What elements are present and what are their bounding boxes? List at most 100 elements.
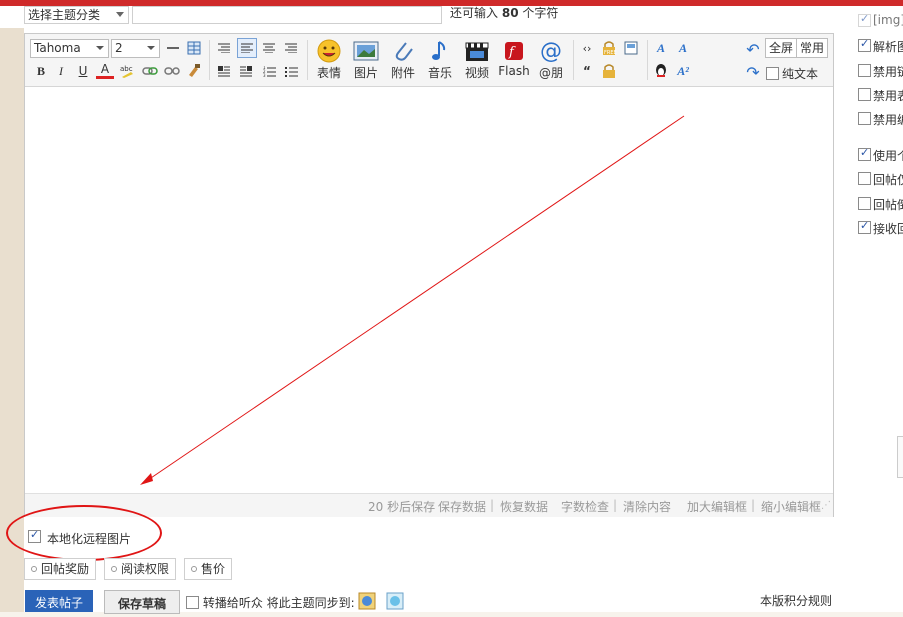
restore-data-link[interactable]: 恢复数据 (500, 498, 548, 515)
superscript-icon[interactable]: A² (674, 62, 692, 80)
sync-weibo-icon[interactable] (358, 592, 376, 610)
clear-content-link[interactable]: 清除内容 (623, 498, 671, 515)
hide-lock-icon[interactable] (600, 62, 618, 80)
reply-only-checkbox[interactable] (858, 172, 871, 185)
post-button[interactable]: 发表帖子 (25, 590, 93, 612)
chevron-down-icon (96, 46, 104, 50)
at-icon: @ (540, 38, 562, 64)
char-count-value: 80 (501, 6, 519, 20)
align-left-icon[interactable] (215, 39, 233, 57)
topic-category-select[interactable]: 选择主题分类 (24, 6, 129, 24)
at-label: @朋 (538, 66, 563, 80)
word-check-link[interactable]: 字数检查 (561, 498, 609, 515)
attachment-button[interactable]: 附件 (384, 39, 422, 81)
svg-text:3: 3 (263, 73, 266, 77)
ordered-list-icon[interactable]: 123 (260, 62, 278, 80)
unlink-icon[interactable] (163, 62, 181, 80)
chevron-down-icon (147, 46, 155, 50)
shrink-editor-link[interactable]: 缩小编辑框 (761, 498, 821, 515)
plain-text-label: 纯文本 (782, 67, 819, 81)
horizontal-rule-icon[interactable] (164, 39, 182, 57)
attachment-label: 附件 (390, 66, 415, 80)
toolbar-separator (307, 40, 308, 80)
editor-statusbar: 20 秒后保存 保存数据 | 恢复数据 字数检查 | 清除内容 加大编辑框 | … (25, 493, 833, 517)
free-lock-icon[interactable]: FREE (600, 39, 618, 57)
emoticon-button[interactable]: 表情 (310, 39, 348, 81)
highlight-icon[interactable]: abc (118, 62, 136, 80)
unordered-list-icon[interactable] (282, 62, 300, 80)
toolbar-separator (573, 40, 574, 80)
reply-reverse-checkbox[interactable] (858, 197, 871, 210)
float-left-icon[interactable] (215, 62, 233, 80)
code-icon[interactable]: ‹› (578, 39, 596, 57)
image-button[interactable]: 图片 (347, 39, 385, 81)
clear-format-icon[interactable] (185, 61, 203, 79)
smiley-icon (316, 39, 342, 63)
flash-icon: f (501, 39, 527, 63)
title-input[interactable] (132, 6, 442, 24)
quote-icon[interactable]: “ (578, 62, 596, 80)
autosave-countdown: 20 秒后保存 (368, 500, 436, 514)
align-justify-icon[interactable] (237, 38, 257, 58)
enlarge-editor-link[interactable]: 加大编辑框 (687, 498, 747, 515)
svg-text:abc: abc (120, 65, 133, 73)
page-icon[interactable] (622, 39, 640, 57)
align-right-icon[interactable] (282, 39, 300, 57)
resize-grip-icon[interactable]: ⋰ (821, 500, 831, 511)
font-size-select[interactable]: 2 (111, 39, 160, 58)
rich-text-editor: Tahoma 2 B I U A abc 1 2 3 表情 图片 附件 音乐 视… (24, 33, 834, 517)
use-signature-checkbox[interactable] (858, 146, 871, 161)
font-family-select[interactable]: Tahoma (30, 39, 109, 58)
disable-smilies-checkbox[interactable] (858, 88, 871, 101)
table-icon[interactable] (185, 39, 203, 57)
annotation-arrow (140, 115, 685, 485)
save-data-link[interactable]: 保存数据 (438, 498, 486, 515)
sync-qzone-icon[interactable] (386, 592, 404, 610)
receive-notify-checkbox[interactable] (858, 219, 871, 234)
italic-button[interactable]: I (52, 62, 70, 80)
board-credit-rules-link[interactable]: 本版积分规则 (760, 592, 832, 609)
chevron-down-icon (116, 12, 124, 17)
link-icon[interactable] (141, 62, 159, 80)
emoticon-label: 表情 (316, 66, 341, 80)
font-style-a2-icon[interactable]: A (674, 39, 692, 57)
parse-image-checkbox[interactable] (858, 37, 871, 52)
broadcast-checkbox[interactable] (186, 596, 199, 609)
image-label: 图片 (353, 66, 378, 80)
bold-button[interactable]: B (32, 62, 50, 80)
video-button[interactable]: 视频 (458, 39, 496, 81)
underline-button[interactable]: U (74, 62, 92, 80)
float-right-icon[interactable] (237, 62, 255, 80)
qq-penguin-icon[interactable] (652, 62, 670, 80)
redo-arrow-icon[interactable]: ↷ (744, 63, 762, 82)
editor-toolbar: Tahoma 2 B I U A abc 1 2 3 表情 图片 附件 音乐 视… (25, 34, 833, 87)
flash-label: Flash (498, 64, 530, 78)
image-icon (353, 39, 379, 63)
music-button[interactable]: 音乐 (421, 39, 459, 81)
svg-text:FREE: FREE (604, 50, 617, 56)
editor-content-area[interactable] (25, 87, 833, 493)
toolbar-separator (209, 40, 210, 80)
flash-button[interactable]: f Flash (495, 39, 533, 78)
tab-price[interactable]: 售价 (184, 558, 233, 580)
plain-text-checkbox[interactable] (766, 67, 779, 80)
fullscreen-button[interactable]: 全屏 (765, 38, 798, 58)
save-draft-button[interactable]: 保存草稿 (104, 590, 180, 614)
broadcast-label: 转播给听众 (202, 596, 263, 610)
char-count-hint: 还可输入 80 个字符 (450, 6, 559, 20)
disable-link-checkbox[interactable] (858, 64, 871, 77)
toolbar-separator (647, 40, 648, 80)
sync-label: 将此主题同步到: (266, 596, 355, 610)
img-code-checkbox[interactable] (858, 12, 871, 27)
font-style-a-icon[interactable]: A (652, 39, 670, 57)
font-color-button[interactable]: A (96, 61, 114, 79)
disable-code-checkbox[interactable] (858, 112, 871, 125)
music-note-icon (427, 39, 453, 63)
annotation-ellipse (6, 505, 162, 561)
common-button[interactable]: 常用 (796, 38, 829, 58)
undo-arrow-icon[interactable]: ↶ (744, 40, 762, 59)
tab-reply-reward[interactable]: 回帖奖励 (24, 558, 97, 580)
at-friend-button[interactable]: @ @朋 (532, 39, 570, 81)
align-center-icon[interactable] (260, 39, 278, 57)
tab-read-permission[interactable]: 阅读权限 (104, 558, 177, 580)
